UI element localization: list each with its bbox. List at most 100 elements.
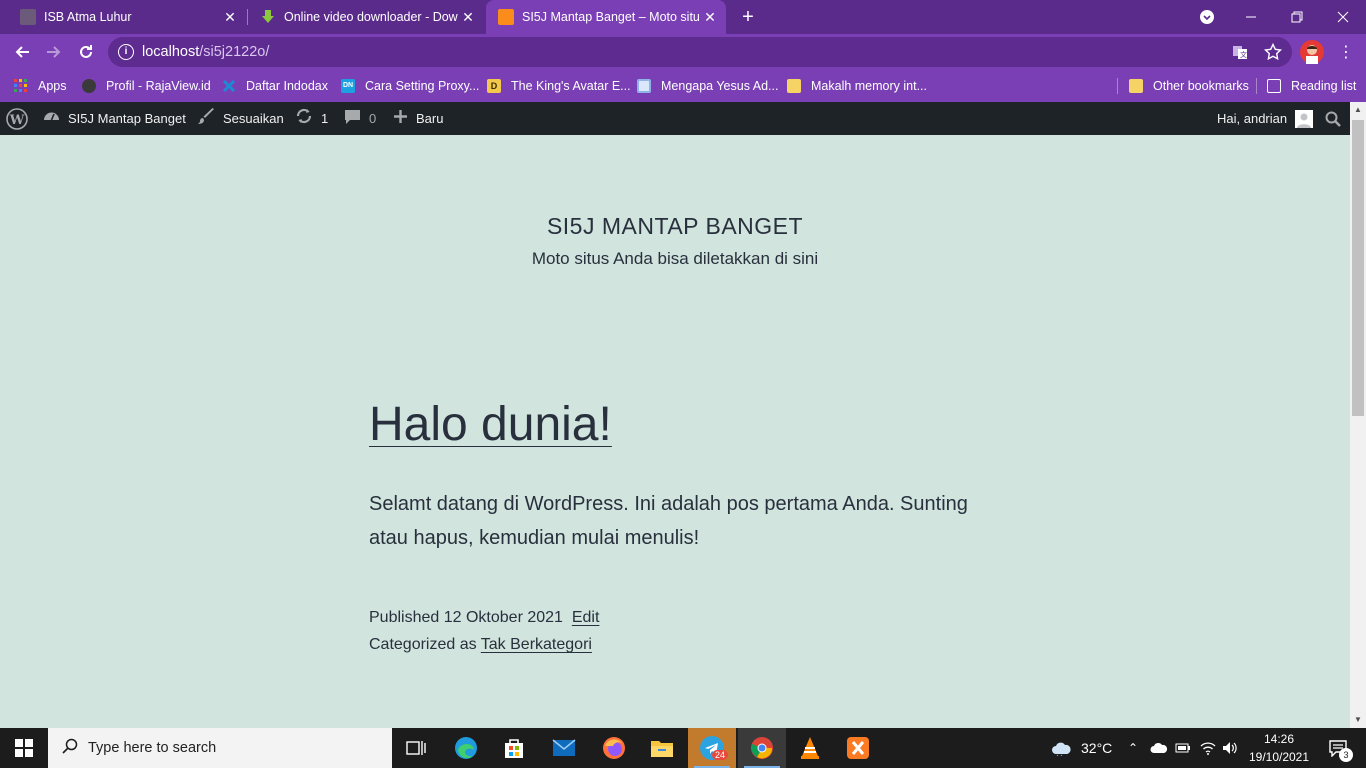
bookmark-label: Cara Setting Proxy...	[365, 79, 480, 93]
other-bookmarks[interactable]: Other bookmarks	[1129, 76, 1249, 96]
dn-icon: DN	[341, 79, 355, 93]
bookmark-makalh[interactable]: Makalh memory int...	[787, 76, 927, 96]
vlc-icon[interactable]	[786, 728, 834, 768]
telegram-icon[interactable]: 24	[688, 728, 736, 768]
tab-si5j-active[interactable]: SI5J Mantap Banget – Moto situs ✕	[486, 0, 726, 34]
bookmark-kings-avatar[interactable]: D The King's Avatar E...	[487, 76, 631, 96]
xampp-favicon-icon	[498, 9, 514, 25]
admin-updates[interactable]: 1	[295, 102, 328, 135]
bookmark-label: Daftar Indodax	[246, 79, 328, 93]
indodax-icon	[222, 79, 236, 93]
apps-grid-icon	[14, 79, 28, 93]
scroll-down-icon[interactable]: ▼	[1350, 712, 1366, 728]
svg-text:文: 文	[1240, 50, 1247, 59]
tab-search-icon[interactable]	[1184, 0, 1230, 34]
reload-icon[interactable]	[72, 38, 100, 66]
menu-kebab-icon[interactable]: ⋮	[1336, 42, 1356, 62]
close-window-icon[interactable]	[1320, 0, 1366, 34]
mail-icon[interactable]	[540, 728, 588, 768]
tab-title: SI5J Mantap Banget – Moto situs	[522, 10, 700, 24]
bookmark-apps[interactable]: Apps	[14, 76, 67, 96]
search-icon	[62, 738, 80, 759]
xampp-icon[interactable]	[834, 728, 882, 768]
file-explorer-icon[interactable]	[638, 728, 686, 768]
page-scrollbar[interactable]: ▲ ▼	[1350, 102, 1366, 728]
translate-icon[interactable]: 文	[1232, 44, 1248, 65]
show-hidden-icons-icon[interactable]: ⌃	[1128, 728, 1138, 768]
admin-comments[interactable]: 0	[344, 102, 376, 135]
svg-text:W: W	[9, 113, 25, 128]
page-content: SI5J MANTAP BANGET Moto situs Anda bisa …	[0, 135, 1350, 728]
weather-widget[interactable]: 32°C	[1050, 728, 1112, 768]
onedrive-cloud-icon[interactable]	[1150, 728, 1168, 768]
admin-new[interactable]: Baru	[393, 102, 443, 135]
chrome-icon[interactable]	[738, 728, 786, 768]
tab-video-downloader[interactable]: Online video downloader - Down ✕	[248, 0, 484, 34]
forward-arrow-icon[interactable]	[40, 38, 68, 66]
scroll-thumb[interactable]	[1352, 120, 1364, 416]
taskbar-search-box[interactable]: Type here to search	[48, 728, 392, 768]
new-tab-button[interactable]: +	[732, 0, 764, 34]
bookmark-star-icon[interactable]	[1263, 42, 1283, 66]
firefox-icon[interactable]	[590, 728, 638, 768]
browser-toolbar: i localhost/si5j2122o/ 文 ⋮	[0, 34, 1366, 70]
bookmark-divider	[1117, 78, 1118, 94]
bookmark-proxy[interactable]: DN Cara Setting Proxy...	[341, 76, 479, 96]
brush-icon	[198, 107, 215, 130]
folder-icon	[1129, 79, 1143, 93]
comment-bubble-icon	[344, 108, 361, 130]
minimize-icon[interactable]	[1228, 0, 1274, 34]
windows-start-icon[interactable]	[0, 728, 48, 768]
volume-icon[interactable]	[1222, 728, 1238, 768]
restore-icon[interactable]	[1274, 0, 1320, 34]
bookmark-mengapa-yesus[interactable]: Mengapa Yesus Ad...	[637, 76, 778, 96]
telegram-badge: 24	[712, 750, 729, 760]
admin-my-account[interactable]: Hai, andrian	[1217, 102, 1314, 135]
admin-site-name[interactable]: SI5J Mantap Banget	[43, 102, 186, 135]
download-arrow-icon	[260, 9, 276, 25]
dashboard-icon	[43, 108, 60, 130]
reading-list-icon	[1267, 79, 1281, 93]
post-published-line: Published 12 Oktober 2021 Edit	[369, 604, 599, 631]
close-tab-icon[interactable]: ✕	[220, 9, 240, 26]
bookmark-divider	[1256, 78, 1257, 94]
bookmark-indodax[interactable]: Daftar Indodax	[222, 76, 328, 96]
bookmark-label: Apps	[38, 79, 67, 93]
profile-avatar[interactable]	[1300, 40, 1324, 64]
close-tab-icon[interactable]: ✕	[458, 9, 478, 26]
address-url[interactable]: localhost/si5j2122o/	[142, 44, 269, 60]
back-arrow-icon[interactable]	[8, 38, 36, 66]
admin-search-icon[interactable]	[1325, 102, 1341, 135]
site-title[interactable]: SI5J MANTAP BANGET	[0, 213, 1350, 240]
admin-customize[interactable]: Sesuaikan	[198, 102, 284, 135]
wifi-icon[interactable]	[1200, 728, 1216, 768]
folder-icon	[787, 79, 801, 93]
address-bar[interactable]: i localhost/si5j2122o/ 文	[108, 37, 1292, 67]
bookmark-rajaview[interactable]: Profil - RajaView.id	[82, 76, 211, 96]
isb-favicon-icon	[20, 9, 36, 25]
bookmarks-bar: Apps Profil - RajaView.id Daftar Indodax…	[0, 70, 1366, 102]
scroll-up-icon[interactable]: ▲	[1350, 102, 1366, 118]
post-title-link[interactable]: Halo dunia!	[369, 397, 612, 452]
bookmark-label: Mengapa Yesus Ad...	[661, 79, 779, 93]
microsoft-store-icon[interactable]	[490, 728, 538, 768]
task-view-icon[interactable]	[392, 728, 440, 768]
tab-title: ISB Atma Luhur	[44, 10, 132, 24]
taskbar-clock[interactable]: 14:26 19/10/2021	[1244, 730, 1314, 766]
tab-isb-atma-luhur[interactable]: ISB Atma Luhur ✕	[0, 0, 246, 34]
edge-browser-icon[interactable]	[442, 728, 490, 768]
gear-icon	[82, 79, 96, 93]
notification-center[interactable]: 3	[1318, 728, 1358, 768]
post-category-line: Categorized as Tak Berkategori	[369, 631, 599, 658]
bookmark-label: Profil - RajaView.id	[106, 79, 211, 93]
plus-icon	[393, 109, 408, 129]
wp-admin-bar: W SI5J Mantap Banget Sesuaikan 1 0 Baru …	[0, 102, 1350, 135]
reading-list[interactable]: Reading list	[1267, 76, 1356, 96]
site-info-icon[interactable]: i	[118, 44, 134, 60]
close-tab-icon[interactable]: ✕	[700, 9, 720, 26]
battery-icon[interactable]	[1175, 728, 1191, 768]
wordpress-logo-icon[interactable]: W	[6, 102, 28, 135]
category-link[interactable]: Tak Berkategori	[481, 636, 592, 653]
edit-post-link[interactable]: Edit	[572, 609, 600, 626]
bookmark-label: The King's Avatar E...	[511, 79, 631, 93]
